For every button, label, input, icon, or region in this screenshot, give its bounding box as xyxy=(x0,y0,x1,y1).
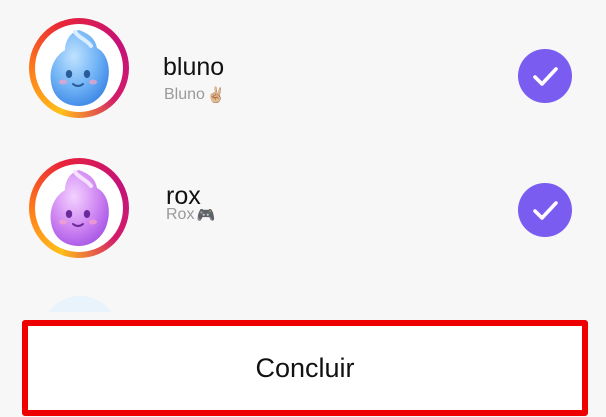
done-button[interactable]: Concluir xyxy=(22,320,588,416)
contact-display-name: Bluno ✌🏼 xyxy=(164,86,226,104)
avatar xyxy=(35,164,123,252)
purple-mascot-icon xyxy=(50,170,109,246)
game-controller-emoji-icon: 🎮 xyxy=(196,206,216,224)
selected-check-button[interactable] xyxy=(518,183,572,237)
checkmark-icon xyxy=(533,201,558,220)
blue-mascot-icon xyxy=(50,30,109,106)
contact-selection-screen: bluno Bluno ✌🏼 rox Rox 🎮 Concluir xyxy=(0,0,606,417)
avatar xyxy=(35,24,123,112)
done-button-label: Concluir xyxy=(255,352,355,383)
victory-hand-emoji-icon: ✌🏼 xyxy=(206,86,226,104)
contact-display-name: Rox 🎮 xyxy=(166,206,215,224)
contact-display-name-text: Rox xyxy=(166,206,195,223)
avatar-story-ring xyxy=(29,18,129,118)
selected-check-button[interactable] xyxy=(518,49,572,103)
contact-name: bluno xyxy=(163,53,225,81)
avatar-story-ring xyxy=(29,158,129,258)
contact-row-rox[interactable]: rox Rox 🎮 xyxy=(0,140,606,260)
checkmark-icon xyxy=(533,67,558,86)
contact-display-name-text: Bluno xyxy=(164,86,205,103)
contact-row-bluno[interactable]: bluno Bluno ✌🏼 xyxy=(0,0,606,120)
